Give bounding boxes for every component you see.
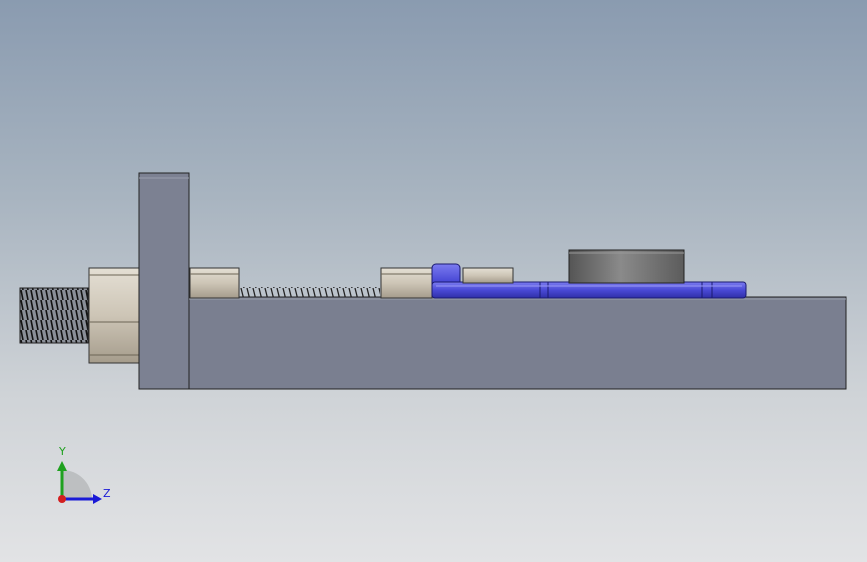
slider-block-left[interactable]	[189, 267, 240, 299]
hex-nut[interactable]	[88, 267, 142, 364]
threaded-rod[interactable]	[19, 287, 89, 344]
slider-block-middle[interactable]	[380, 267, 433, 299]
x-axis-dot	[58, 495, 66, 503]
cylinder-part[interactable]	[568, 249, 685, 284]
model-canvas[interactable]: Y Z	[0, 0, 867, 562]
3d-viewport[interactable]: Y Z	[0, 0, 867, 562]
vertical-plate[interactable]	[138, 172, 190, 390]
triad-quadrant	[62, 470, 92, 499]
spring[interactable]	[240, 287, 380, 297]
orientation-triad[interactable]: Y Z	[57, 445, 111, 504]
y-axis-label: Y	[58, 445, 66, 458]
base-body[interactable]	[188, 296, 847, 390]
z-axis-label: Z	[103, 487, 111, 500]
slider-block-right[interactable]	[462, 267, 514, 284]
